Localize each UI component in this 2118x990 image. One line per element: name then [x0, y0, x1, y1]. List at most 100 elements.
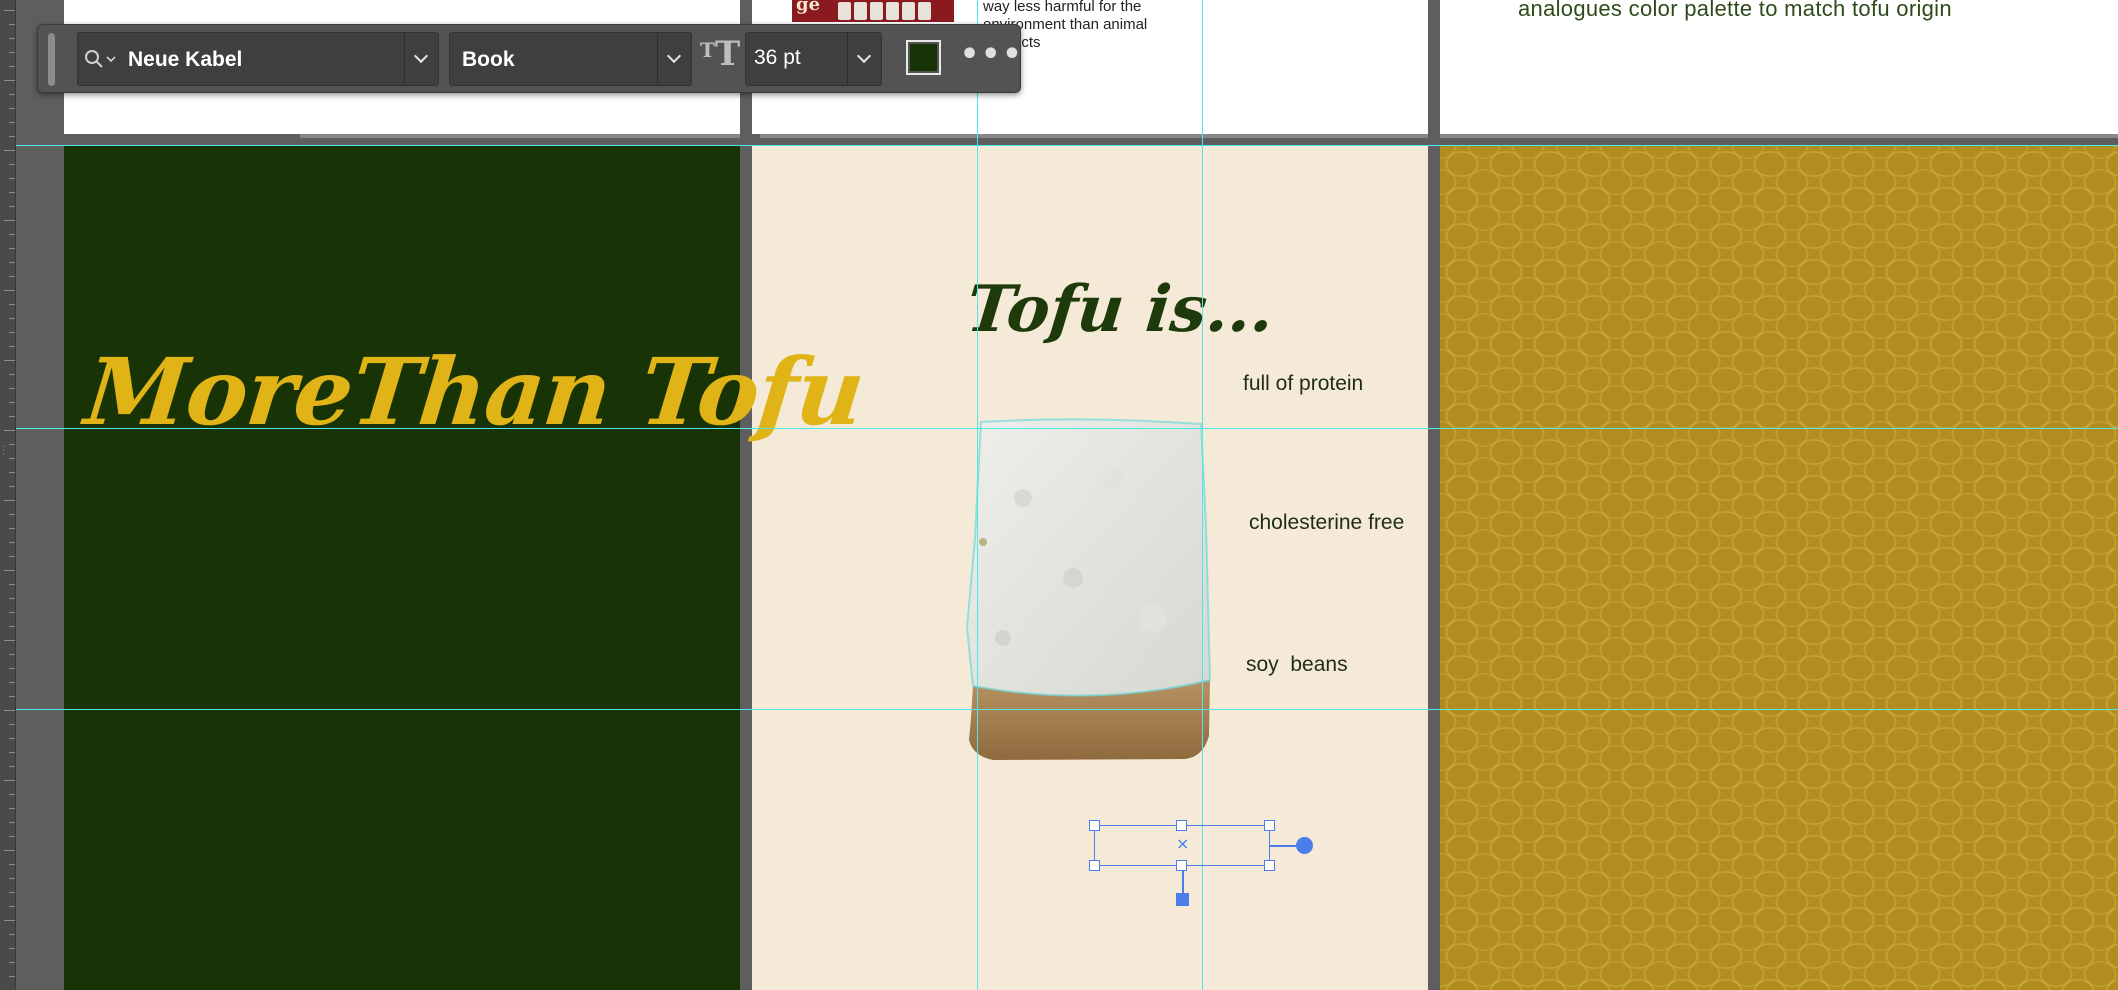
chevron-down-icon	[856, 48, 872, 64]
character-toolbar: Neue Kabel Book TT 36 pt •••	[37, 24, 1024, 93]
ruler-tick	[9, 612, 15, 613]
font-style-dropdown[interactable]	[657, 33, 691, 85]
search-icon[interactable]	[84, 49, 118, 71]
ruler-tick	[4, 500, 15, 501]
ruler-tick	[9, 94, 15, 95]
guide-horizontal[interactable]	[16, 709, 2118, 710]
ruler-tick	[9, 906, 15, 907]
font-family-field[interactable]: Neue Kabel	[77, 32, 439, 86]
ruler-tick	[9, 934, 15, 935]
ruler-tick	[9, 24, 15, 25]
ruler-tick	[9, 584, 15, 585]
ruler-tick	[9, 388, 15, 389]
font-size-field[interactable]: 36 pt	[745, 32, 882, 86]
vertical-ruler[interactable]: · · ·	[0, 0, 16, 990]
artboard-title-card[interactable]	[64, 146, 740, 990]
thread-line	[1182, 871, 1184, 895]
ruler-tick	[9, 374, 15, 375]
fact-protein[interactable]: full of protein	[1243, 372, 1363, 396]
resize-handle-top-left[interactable]	[1089, 820, 1100, 831]
circle-pattern	[1440, 146, 2118, 990]
ruler-tick	[4, 850, 15, 851]
ruler-tick	[9, 542, 15, 543]
center-point-icon: ×	[1176, 834, 1190, 853]
ruler-tick	[9, 556, 15, 557]
resize-handle-top-right[interactable]	[1264, 820, 1275, 831]
out-port-line	[1270, 845, 1298, 847]
ruler-tick	[4, 290, 15, 291]
resize-handle-bottom-left[interactable]	[1089, 860, 1100, 871]
fact-soy-beans[interactable]: soy beans	[1246, 653, 1348, 677]
text-thread-port[interactable]	[1176, 893, 1189, 906]
ruler-tick	[9, 514, 15, 515]
thumbnail-label: ge	[796, 0, 821, 15]
ruler-tick	[9, 262, 15, 263]
font-style-field[interactable]: Book	[449, 32, 692, 86]
ruler-tick	[4, 920, 15, 921]
ruler-tick	[9, 122, 15, 123]
guide-horizontal[interactable]	[16, 428, 2118, 429]
guide-horizontal[interactable]	[16, 145, 2118, 146]
font-size-dropdown[interactable]	[847, 33, 881, 85]
tofu-heading[interactable]: Tofu is...	[963, 272, 1277, 347]
ruler-tick	[9, 52, 15, 53]
ruler-tick	[9, 892, 15, 893]
ruler-tick	[9, 822, 15, 823]
guide-vertical[interactable]	[977, 0, 978, 990]
ruler-tick	[9, 206, 15, 207]
ruler-tick	[4, 80, 15, 81]
ruler-tick	[9, 444, 15, 445]
ruler-tick	[9, 752, 15, 753]
ruler-tick	[4, 220, 15, 221]
ruler-tick	[9, 178, 15, 179]
ruler-tick	[4, 360, 15, 361]
ruler-tick	[9, 948, 15, 949]
resize-handle-bottom-center[interactable]	[1176, 860, 1187, 871]
main-title[interactable]: MoreThan Tofu	[80, 338, 868, 446]
ruler-tick	[9, 276, 15, 277]
toolbar-grip-handle[interactable]	[48, 33, 55, 86]
ruler-tick	[9, 598, 15, 599]
resize-handle-bottom-right[interactable]	[1264, 860, 1275, 871]
ruler-tick	[9, 318, 15, 319]
ruler-tick	[9, 794, 15, 795]
ruler-tick	[9, 864, 15, 865]
fact-cholesterine[interactable]: cholesterine free	[1249, 511, 1404, 535]
ruler-tick	[9, 234, 15, 235]
ruler-tick	[9, 654, 15, 655]
fill-color-chip	[910, 44, 937, 71]
fill-color-swatch[interactable]	[906, 40, 941, 75]
text-out-port[interactable]	[1296, 837, 1313, 854]
ruler-tick	[9, 528, 15, 529]
tofu-image[interactable]	[963, 418, 1216, 763]
font-family-value: Neue Kabel	[128, 48, 243, 71]
product-thumbnail-image[interactable]: ge	[792, 0, 954, 22]
ruler-tick	[9, 836, 15, 837]
ruler-tick	[9, 108, 15, 109]
ruler-tick	[9, 878, 15, 879]
artboard-pattern[interactable]	[1440, 146, 2118, 990]
font-style-value: Book	[462, 48, 515, 71]
ruler-tick	[9, 164, 15, 165]
ruler-tick	[9, 136, 15, 137]
chevron-down-icon	[413, 48, 429, 64]
more-options-icon[interactable]: •••	[960, 37, 1024, 72]
artboard-shadow	[300, 134, 740, 138]
ruler-tick	[9, 962, 15, 963]
artboard-shadow	[1440, 134, 2118, 138]
ruler-tick	[4, 710, 15, 711]
font-family-dropdown[interactable]	[404, 33, 438, 85]
font-size-icon: TT	[700, 34, 741, 74]
ruler-tick	[9, 682, 15, 683]
resize-handle-top-center[interactable]	[1176, 820, 1187, 831]
palette-text[interactable]: analogues color palette to match tofu or…	[1518, 0, 1952, 22]
ruler-tick	[4, 10, 15, 11]
ruler-tick	[9, 696, 15, 697]
ruler-tick	[9, 472, 15, 473]
ruler-tick	[9, 668, 15, 669]
ruler-tick	[9, 38, 15, 39]
ruler-tick	[9, 66, 15, 67]
ruler-tick	[9, 724, 15, 725]
ruler-tick	[9, 738, 15, 739]
ruler-tick	[4, 780, 15, 781]
